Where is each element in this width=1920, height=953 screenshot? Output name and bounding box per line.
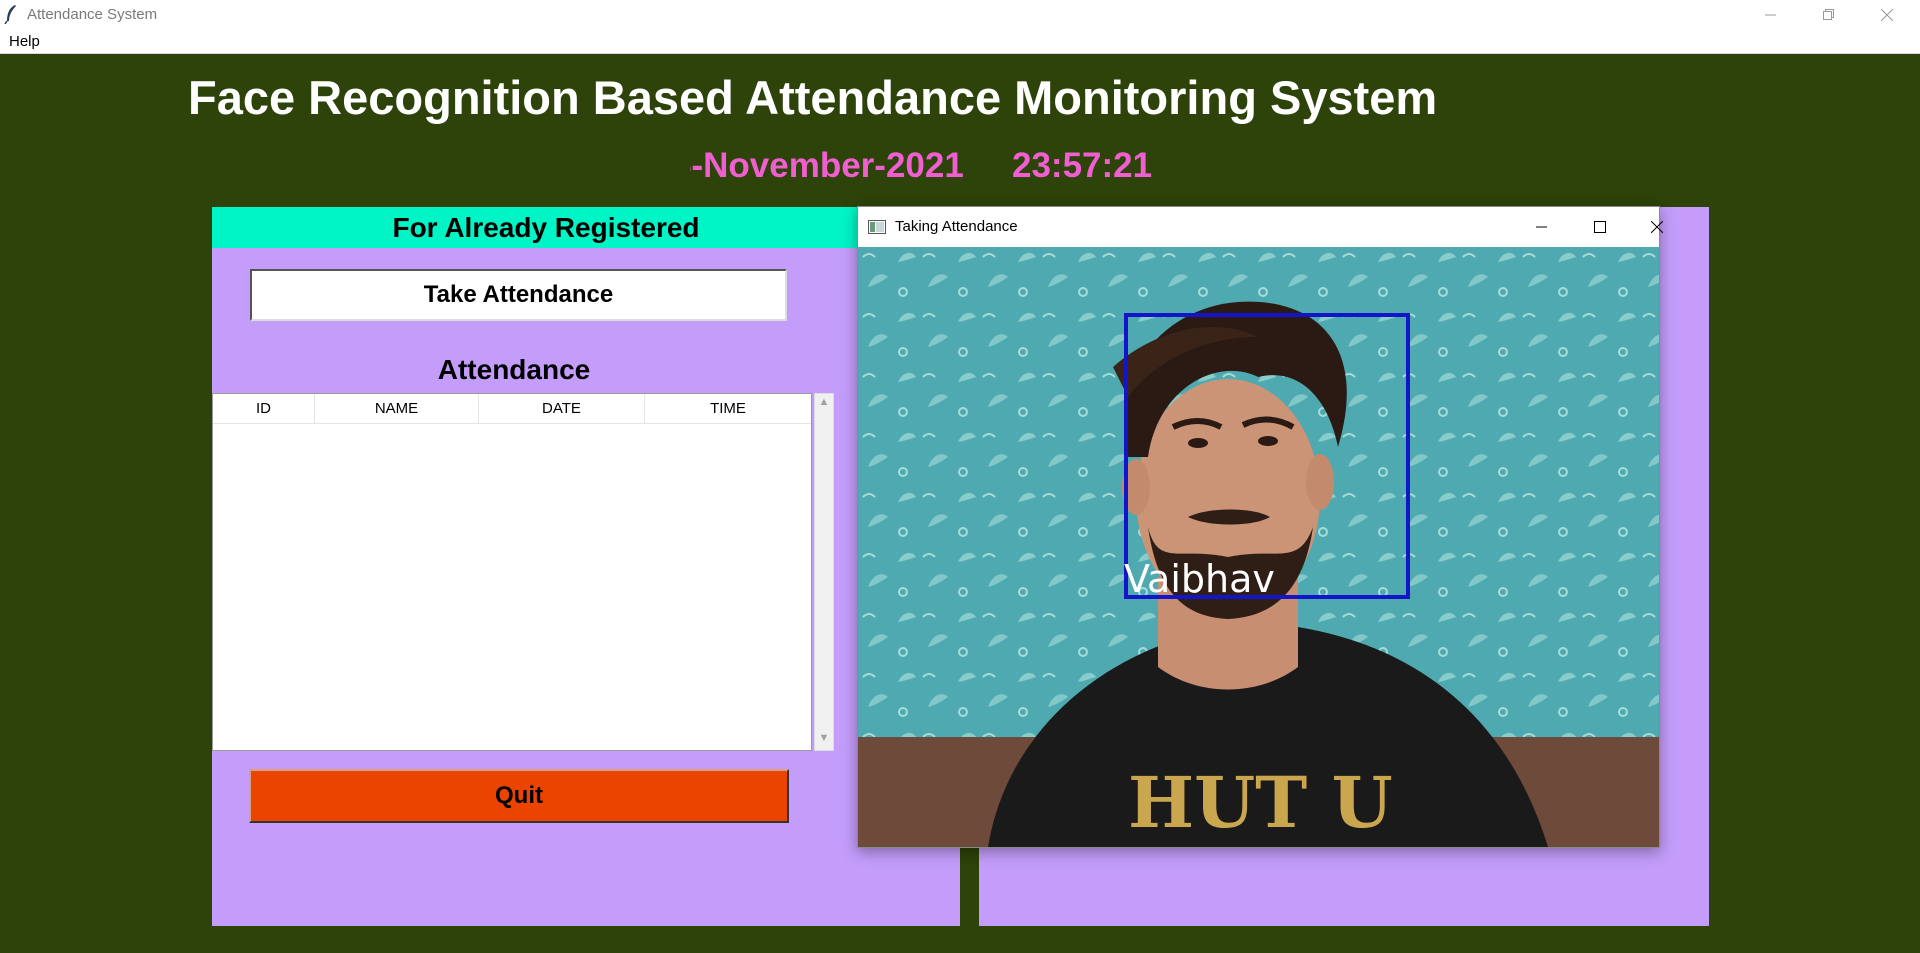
attendance-table[interactable]: ID NAME DATE TIME: [212, 393, 812, 751]
take-attendance-button[interactable]: Take Attendance: [250, 269, 787, 321]
feather-icon: [4, 5, 16, 24]
scroll-up-icon[interactable]: ▲: [815, 396, 833, 412]
title-bar: Attendance System: [0, 0, 1920, 30]
camera-close-button[interactable]: [1628, 212, 1686, 242]
quit-button[interactable]: Quit: [249, 769, 789, 823]
minimize-button[interactable]: [1742, 0, 1800, 30]
close-icon: [1651, 221, 1663, 233]
table-scrollbar[interactable]: ▲ ▼: [814, 393, 834, 751]
minimize-icon: [1536, 226, 1547, 228]
close-button[interactable]: [1858, 0, 1916, 30]
camera-minimize-button[interactable]: [1513, 212, 1571, 242]
panel-header-title: For Already Registered: [392, 212, 700, 243]
column-header-date[interactable]: DATE: [479, 394, 645, 424]
attendance-heading: Attendance: [437, 354, 591, 385]
restore-icon: [1823, 9, 1834, 20]
camera-frame-image: HUT U Vaibhav: [858, 247, 1659, 847]
column-header-name[interactable]: NAME: [315, 394, 479, 424]
camera-window-title: Taking Attendance: [895, 218, 1018, 235]
camera-maximize-button[interactable]: [1571, 212, 1629, 242]
close-icon: [1881, 9, 1893, 21]
page-title: Face Recognition Based Attendance Monito…: [188, 71, 1438, 124]
window-title: Attendance System: [27, 6, 158, 23]
restore-button[interactable]: [1800, 0, 1858, 30]
minimize-icon: [1765, 14, 1776, 16]
date-label: 5-November-2021: [690, 146, 964, 185]
maximize-icon: [1594, 221, 1606, 233]
window-app-icon: [868, 220, 886, 234]
column-header-time[interactable]: TIME: [645, 394, 811, 424]
table-header: ID NAME DATE TIME: [213, 394, 811, 424]
datetime-display: 5-November-2021 23:57:21: [690, 142, 1190, 192]
svg-text:HUT U: HUT U: [1128, 761, 1393, 844]
column-header-id[interactable]: ID: [213, 394, 315, 424]
camera-title-bar[interactable]: Taking Attendance: [858, 207, 1663, 247]
time-label: 23:57:21: [1012, 146, 1153, 185]
menu-help[interactable]: Help: [9, 33, 40, 50]
registered-panel: For Already Registered Take Attendance A…: [212, 207, 960, 926]
recognized-name-label: Vaibhav: [1124, 557, 1275, 601]
camera-feed: HUT U Vaibhav: [858, 247, 1659, 847]
menu-bar: Help: [0, 30, 1920, 54]
camera-window[interactable]: Taking Attendance HUT U Vaibhav: [857, 206, 1663, 848]
scroll-down-icon[interactable]: ▼: [815, 732, 833, 748]
panel-header: For Already Registered: [212, 207, 960, 248]
